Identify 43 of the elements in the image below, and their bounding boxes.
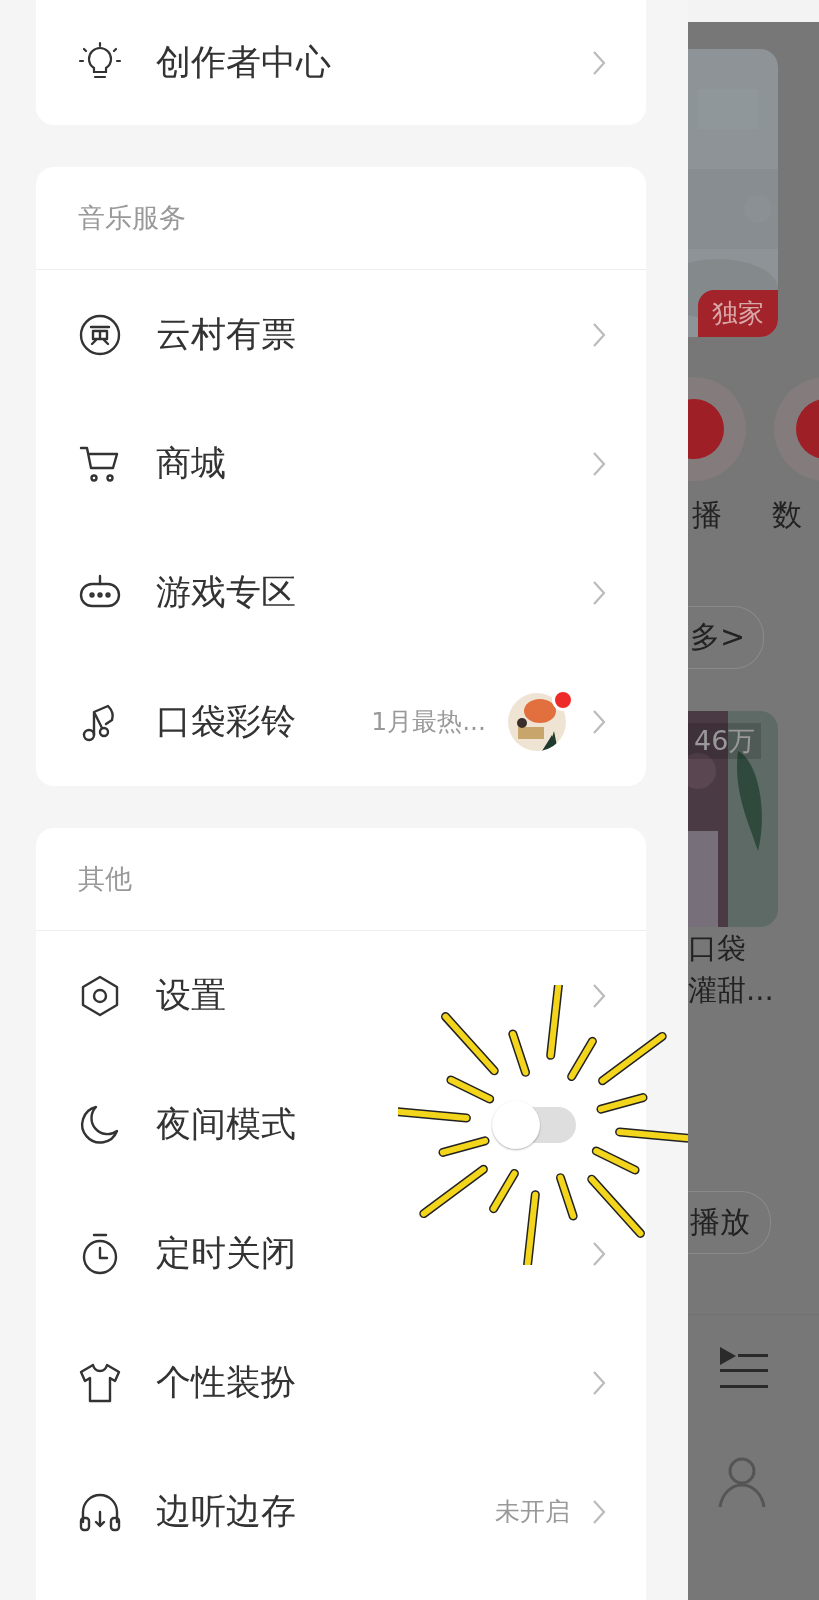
menu-item[interactable]: 定时关闭 xyxy=(36,1189,646,1318)
section-title: 音乐服务 xyxy=(36,167,646,270)
play-button[interactable]: 播放 xyxy=(688,1191,771,1254)
shortcut-label: 播 xyxy=(692,496,722,534)
ticket-icon xyxy=(78,312,122,357)
playlist-icon[interactable] xyxy=(718,1345,768,1391)
menu-item[interactable]: 创作者中心 xyxy=(36,0,646,125)
menu-item[interactable]: 设置 xyxy=(36,931,646,1060)
menu-item[interactable]: 商城 xyxy=(36,399,646,528)
menu-label: 边听边存 xyxy=(156,1490,297,1533)
menu-label: 口袋彩铃 xyxy=(156,700,297,743)
menu-item[interactable]: 边听边存 未开启 xyxy=(36,1447,646,1576)
menu-item[interactable]: 个性装扮 xyxy=(36,1318,646,1447)
item-detail: 未开启 xyxy=(495,1496,570,1528)
menu-label: 游戏专区 xyxy=(156,571,297,614)
menu-item[interactable]: 夜间模式 xyxy=(36,1060,646,1189)
chevron-icon xyxy=(592,1240,606,1267)
playlist-title-line: 灌甜... xyxy=(688,972,775,1009)
menu-item[interactable]: 游戏专区 xyxy=(36,528,646,657)
chevron-icon xyxy=(592,579,606,606)
chevron-icon xyxy=(592,1498,606,1525)
chevron-icon xyxy=(592,708,606,735)
section-title: 其他 xyxy=(36,828,646,931)
more-button[interactable]: 多> xyxy=(688,606,765,669)
chevron-icon xyxy=(592,1369,606,1396)
menu-item[interactable]: 云村有票 xyxy=(36,270,646,399)
menu-label: 设置 xyxy=(156,974,227,1017)
chevron-icon xyxy=(592,450,606,477)
menu-label: 云村有票 xyxy=(156,313,297,356)
menu-label: 商城 xyxy=(156,442,227,485)
chevron-icon xyxy=(592,321,606,348)
menu-label: 创作者中心 xyxy=(156,41,332,84)
menu-label: 定时关闭 xyxy=(156,1232,297,1275)
shortcut-label: 数 xyxy=(772,496,802,534)
chevron-icon xyxy=(592,49,606,76)
play-count: 46万 xyxy=(688,723,762,759)
chevron-icon xyxy=(592,982,606,1009)
menu-label: 个性装扮 xyxy=(156,1361,297,1404)
playlist-title-line: 口袋 xyxy=(688,930,747,967)
exclusive-tag: 独家 xyxy=(698,290,778,337)
menu-item[interactable]: 口袋彩铃 1月最热... xyxy=(36,657,646,786)
item-detail: 1月最热... xyxy=(371,706,486,738)
menu-label: 夜间模式 xyxy=(156,1103,297,1146)
